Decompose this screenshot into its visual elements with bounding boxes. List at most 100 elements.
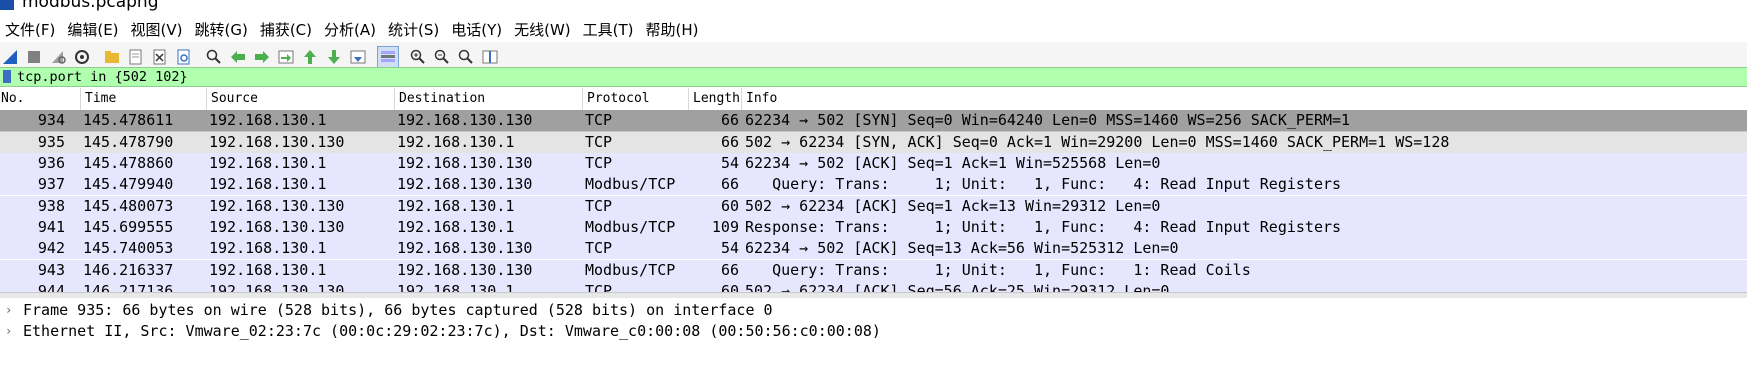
expand-chevron-icon[interactable]: › — [5, 300, 12, 321]
options-gear-icon[interactable] — [72, 47, 92, 67]
packet-list-header: No. Time Source Destination Protocol Length In… — [0, 88, 1747, 111]
packet-proto-cell: TCP — [585, 133, 613, 152]
packet-dst-cell: 192.168.130.130 — [397, 239, 533, 258]
column-header[interactable]: Destination — [394, 88, 582, 110]
menu-item[interactable]: 跳转(G) — [190, 19, 253, 40]
packet-len-cell: 66 — [720, 175, 739, 194]
packet-no-cell: 938 — [37, 196, 65, 215]
packet-time-cell: 145.699555 — [83, 218, 174, 236]
packet-len-cell: 60 — [720, 282, 739, 292]
menu-item[interactable]: 统计(S) — [383, 19, 444, 40]
packet-info-cell: Response: Trans: 1; Unit: 1, Func: 4: Re… — [745, 218, 1342, 236]
goto-packet-icon[interactable] — [276, 47, 296, 67]
menu-item[interactable]: 分析(A) — [319, 19, 381, 40]
packet-list[interactable]: 934 145.478611 192.168.130.1 192.168.130.13… — [0, 110, 1747, 292]
packet-row[interactable]: 944 146.217136 192.168.130.130 192.168.130.… — [0, 281, 1747, 292]
menu-item[interactable]: 工具(T) — [578, 19, 639, 40]
column-header[interactable]: Source — [206, 88, 394, 110]
packet-no-cell: 935 — [37, 133, 65, 152]
menu-item[interactable]: 电话(Y) — [446, 19, 507, 40]
packet-src-cell: 192.168.130.1 — [209, 260, 327, 279]
packet-dst-cell: 192.168.130.1 — [397, 196, 515, 215]
forward-arrow-icon[interactable] — [252, 47, 272, 67]
packet-row[interactable]: 935 145.478790 192.168.130.130 192.168.130.… — [0, 131, 1747, 154]
zoom-normal-icon[interactable] — [456, 47, 476, 67]
menu-item[interactable]: 帮助(H) — [641, 19, 704, 40]
last-packet-icon[interactable] — [324, 47, 344, 67]
menu-item[interactable]: 编辑(E) — [62, 19, 123, 40]
packet-src-cell: 192.168.130.1 — [209, 175, 327, 194]
packet-dst-cell: 192.168.130.130 — [397, 153, 533, 172]
packet-details-pane: › Frame 935: 66 bytes on wire (528 bits),… — [0, 298, 1747, 374]
packet-row[interactable]: 936 145.478860 192.168.130.1 192.168.130.13… — [0, 152, 1747, 174]
packet-len-cell: 60 — [720, 196, 739, 215]
packet-dst-cell: 192.168.130.1 — [397, 218, 515, 236]
packet-proto-cell: TCP — [585, 153, 613, 172]
packet-no-cell: 944 — [37, 282, 65, 292]
packet-info-cell: Query: Trans: 1; Unit: 1, Func: 4: Read … — [745, 175, 1342, 194]
menu-item[interactable]: 捕获(C) — [255, 19, 317, 40]
column-header[interactable]: Info — [741, 88, 1747, 110]
display-filter-bar — [0, 67, 1747, 87]
packet-row[interactable]: 934 145.478611 192.168.130.1 192.168.130.13… — [0, 110, 1747, 131]
packet-info-cell: 62234 → 502 [SYN] Seq=0 Win=64240 Len=0 … — [745, 111, 1351, 129]
reload-icon[interactable] — [174, 47, 194, 67]
packet-src-cell: 192.168.130.130 — [209, 196, 345, 215]
packet-len-cell: 66 — [720, 133, 739, 152]
shark-fin-start-icon[interactable] — [0, 47, 20, 67]
stop-icon[interactable] — [24, 47, 44, 67]
packet-src-cell: 192.168.130.130 — [209, 282, 345, 292]
close-file-icon[interactable] — [150, 47, 170, 67]
packet-proto-cell: Modbus/TCP — [585, 260, 676, 279]
expand-chevron-icon[interactable]: › — [5, 321, 12, 342]
packet-src-cell: 192.168.130.130 — [209, 218, 345, 236]
packet-time-cell: 145.479940 — [83, 175, 174, 194]
restart-icon[interactable] — [48, 47, 68, 67]
resize-columns-icon[interactable] — [480, 47, 500, 67]
packet-src-cell: 192.168.130.130 — [209, 133, 345, 152]
zoom-in-icon[interactable] — [408, 47, 428, 67]
packet-time-cell: 146.216337 — [83, 260, 174, 279]
find-icon[interactable] — [204, 47, 224, 67]
packet-dst-cell: 192.168.130.1 — [397, 282, 515, 292]
packet-time-cell: 145.478611 — [83, 111, 174, 129]
menu-item[interactable]: 无线(W) — [509, 19, 576, 40]
packet-len-cell: 54 — [720, 153, 739, 172]
packet-row[interactable]: 943 146.216337 192.168.130.1 192.168.130.13… — [0, 259, 1747, 281]
packet-info-cell: 62234 → 502 [ACK] Seq=13 Ack=56 Win=5253… — [745, 239, 1179, 258]
packet-info-cell: 502 → 62234 [ACK] Seq=56 Ack=25 Win=2931… — [745, 282, 1170, 292]
column-header[interactable]: No. — [0, 88, 80, 110]
title-bar: modbus.pcapng — [0, 0, 1747, 14]
packet-row[interactable]: 942 145.740053 192.168.130.1 192.168.130.13… — [0, 238, 1747, 260]
packet-row[interactable]: 941 145.699555 192.168.130.130 192.168.130.… — [0, 217, 1747, 238]
menu-item[interactable]: 文件(F) — [0, 19, 60, 40]
packet-time-cell: 145.478860 — [83, 153, 174, 172]
packet-src-cell: 192.168.130.1 — [209, 153, 327, 172]
open-folder-icon[interactable] — [102, 47, 122, 67]
column-header[interactable]: Length — [688, 88, 741, 110]
first-packet-icon[interactable] — [300, 47, 320, 67]
packet-proto-cell: TCP — [585, 239, 613, 258]
filter-bookmark-icon[interactable] — [3, 70, 11, 83]
packet-proto-cell: TCP — [585, 282, 613, 292]
colorize-icon[interactable] — [377, 46, 399, 68]
autoscroll-icon[interactable] — [348, 47, 368, 67]
packet-no-cell: 942 — [37, 239, 65, 258]
column-header[interactable]: Protocol — [582, 88, 688, 110]
back-arrow-icon[interactable] — [228, 47, 248, 67]
packet-dst-cell: 192.168.130.130 — [397, 111, 533, 129]
packet-info-cell: 502 → 62234 [ACK] Seq=1 Ack=13 Win=29312… — [745, 196, 1161, 215]
zoom-out-icon[interactable] — [432, 47, 452, 67]
menu-item[interactable]: 视图(V) — [126, 19, 188, 40]
packet-row[interactable]: 938 145.480073 192.168.130.130 192.168.130.… — [0, 195, 1747, 217]
packet-src-cell: 192.168.130.1 — [209, 239, 327, 258]
display-filter-input[interactable] — [17, 68, 1737, 86]
packet-proto-cell: Modbus/TCP — [585, 175, 676, 194]
packet-dst-cell: 192.168.130.130 — [397, 260, 533, 279]
column-header[interactable]: Time — [80, 88, 206, 110]
packet-len-cell: 54 — [720, 239, 739, 258]
detail-text: Ethernet II, Src: Vmware_02:23:7c (00:0c… — [23, 322, 881, 340]
file-icon[interactable] — [126, 47, 146, 67]
packet-time-cell: 145.480073 — [83, 196, 174, 215]
packet-row[interactable]: 937 145.479940 192.168.130.1 192.168.130.13… — [0, 174, 1747, 196]
